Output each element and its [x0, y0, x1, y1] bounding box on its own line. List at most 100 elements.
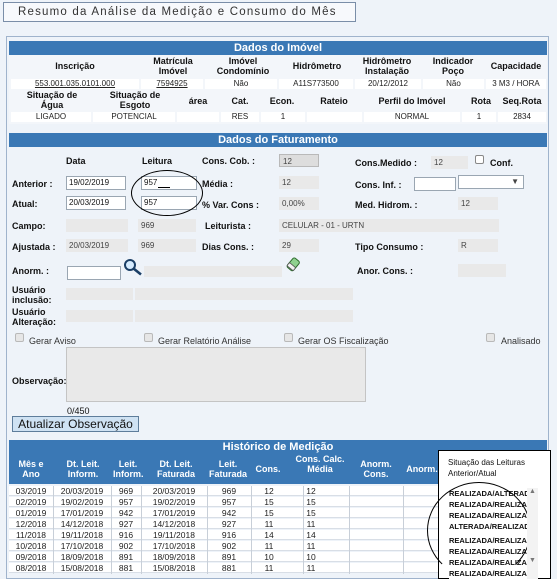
imovel-rota-value: 1	[462, 112, 496, 122]
cons-medido-label: Cons.Medido :	[355, 158, 417, 168]
cell-media: 14	[306, 530, 316, 540]
table-row[interactable]: 09/2018 18/09/2018 891 18/09/2018 891 10…	[9, 552, 439, 562]
imovel-header-perfil: Perfil do Imóvel	[378, 96, 446, 106]
cell-dt-inf: 14/12/2018	[60, 519, 104, 529]
cell-mes: 09/2018	[15, 552, 47, 562]
col-leitura-label: Leitura	[142, 156, 173, 166]
imovel-header-inscricao: Inscrição	[55, 61, 95, 71]
med-hidrom-box: 12	[458, 197, 498, 210]
scroll-up-icon[interactable]: ▲	[529, 488, 536, 495]
search-icon[interactable]	[122, 258, 144, 276]
cell-dt-inf: 19/11/2018	[61, 530, 103, 540]
analisado-checkbox[interactable]	[486, 333, 495, 342]
cell-cons: 11	[264, 541, 274, 551]
gerar-aviso-checkbox[interactable]	[15, 333, 24, 342]
cell-dt-inf: 17/01/2019	[60, 508, 104, 518]
col-divider	[111, 486, 112, 574]
anterior-data-input[interactable]: 19/02/2019	[66, 176, 126, 190]
imovel-cat-value: RES	[221, 112, 259, 122]
cell-leit-inf: 969	[118, 486, 134, 496]
gerar-os-checkbox[interactable]	[284, 333, 293, 342]
table-row[interactable]: 01/2019 17/01/2019 942 17/01/2019 942 15…	[9, 508, 439, 518]
campo-leitura-box: 969	[138, 219, 196, 232]
imovel-header-seq-rota: Seq.Rota	[502, 96, 542, 106]
hist-header-leit-fat: Leit. Faturada	[208, 459, 247, 479]
anorm-label: Anorm. :	[12, 266, 49, 276]
hist-header-anorm: Anorm.	[406, 464, 438, 474]
observacao-textarea[interactable]	[66, 347, 366, 402]
col-divider	[53, 486, 54, 574]
imovel-header-hidrometro-instalacao: Hidrômetro Instalação	[362, 56, 412, 76]
cell-cons: 15	[264, 497, 274, 507]
cell-dt-fat: 20/03/2019	[152, 486, 196, 496]
col-divider	[349, 486, 350, 574]
gerar-os-label: Gerar OS Fiscalização	[298, 336, 389, 346]
leiturista-box: CELULAR - 01 - URTN	[279, 219, 499, 232]
cons-inf-select[interactable]: ▼	[458, 175, 524, 189]
table-row[interactable]: 03/2019 20/03/2019 969 20/03/2019 969 12…	[9, 486, 439, 496]
dias-cons-box: 29	[279, 239, 319, 252]
cell-leit-inf: 881	[118, 563, 134, 573]
imovel-header-situacao-esgoto: Situação de Esgoto	[109, 90, 161, 110]
gerar-relatorio-label: Gerar Relatório Análise	[158, 336, 252, 346]
cell-media: 10	[306, 552, 316, 562]
med-hidrom-label: Med. Hidrom. :	[355, 200, 418, 210]
analisado-label: Analisado	[501, 336, 541, 346]
imovel-matricula-link[interactable]: 7594925	[141, 79, 203, 89]
imovel-section-header: Dados do Imóvel	[9, 41, 547, 55]
scroll-down-icon[interactable]: ▼	[529, 557, 536, 564]
anorm-input[interactable]	[67, 266, 121, 280]
conf-checkbox[interactable]	[475, 155, 484, 164]
col-divider	[207, 486, 208, 574]
table-row[interactable]: 02/2019 19/02/2019 957 19/02/2019 957 15…	[9, 497, 439, 507]
conf-label: Conf.	[490, 158, 513, 168]
imovel-capacidade-value: 3 M3 / HORA	[486, 79, 546, 89]
cell-leit-fat: 891	[221, 552, 237, 562]
hist-header-anorm-cons: Anorm. Cons.	[360, 459, 392, 479]
cell-leit-inf: 891	[118, 552, 134, 562]
hist-header-media: Cons. Calc. Média	[295, 454, 345, 474]
faturamento-section-header: Dados do Faturamento	[9, 133, 547, 147]
gerar-relatorio-checkbox[interactable]	[144, 333, 153, 342]
cell-leit-inf: 927	[118, 519, 134, 529]
cell-cons: 15	[264, 508, 274, 518]
table-row[interactable]: 10/2018 17/10/2018 902 17/10/2018 902 11…	[9, 541, 439, 551]
table-row[interactable]: 12/2018 14/12/2018 927 14/12/2018 927 11…	[9, 519, 439, 529]
imovel-header-matricula: Matrícula Imóvel	[153, 56, 193, 76]
history-scrollbar[interactable]: ▲ ▼	[527, 488, 538, 579]
eraser-icon[interactable]	[286, 257, 302, 273]
imovel-header-situacao-agua: Situação de Água	[26, 90, 78, 110]
imovel-perfil-value: NORMAL	[364, 112, 460, 122]
imovel-header-econ: Econ.	[269, 96, 295, 106]
cell-cons: 12	[264, 486, 274, 496]
imovel-header-area: área	[188, 96, 208, 106]
col-divider	[303, 486, 304, 574]
imovel-inscricao-link[interactable]: 553.001.035.0101.000	[11, 79, 139, 89]
cons-inf-input[interactable]	[414, 177, 456, 191]
dias-cons-label: Dias Cons. :	[202, 242, 255, 252]
usuario-inclusao-name-box	[135, 288, 353, 300]
cell-dt-inf: 17/10/2018	[60, 541, 104, 551]
atualizar-observacao-button[interactable]: Atualizar Observação	[12, 416, 139, 432]
anterior-label: Anterior :	[12, 179, 53, 189]
page: Resumo da Análise da Medição e Consumo d…	[0, 0, 557, 579]
table-row[interactable]: 08/2018 15/08/2018 881 15/08/2018 881 11…	[9, 563, 439, 573]
hist-header-mes: Mês e Ano	[18, 459, 44, 479]
cell-leit-fat: 927	[221, 519, 237, 529]
cell-media: 12	[306, 486, 316, 496]
cell-media: 11	[306, 519, 316, 529]
cons-inf-label: Cons. Inf. :	[355, 180, 402, 190]
leiturista-label: Leiturista :	[205, 221, 252, 231]
atual-data-input[interactable]: 20/03/2019	[66, 196, 126, 210]
cell-dt-fat: 15/08/2018	[152, 563, 196, 573]
cell-dt-fat: 19/11/2018	[153, 530, 195, 540]
usuario-alteracao-box	[66, 310, 133, 322]
situacao-header: Situação das Leituras Anterior/Atual	[448, 458, 525, 478]
cell-leit-fat: 902	[221, 541, 237, 551]
cons-medido-box: 12	[431, 156, 468, 169]
char-counter: 0/450	[67, 406, 90, 416]
table-row[interactable]: 11/2018 19/11/2018 916 19/11/2018 916 14…	[9, 530, 439, 540]
cell-media: 11	[306, 541, 316, 551]
col-divider	[141, 486, 142, 574]
cell-leit-fat: 881	[221, 563, 237, 573]
